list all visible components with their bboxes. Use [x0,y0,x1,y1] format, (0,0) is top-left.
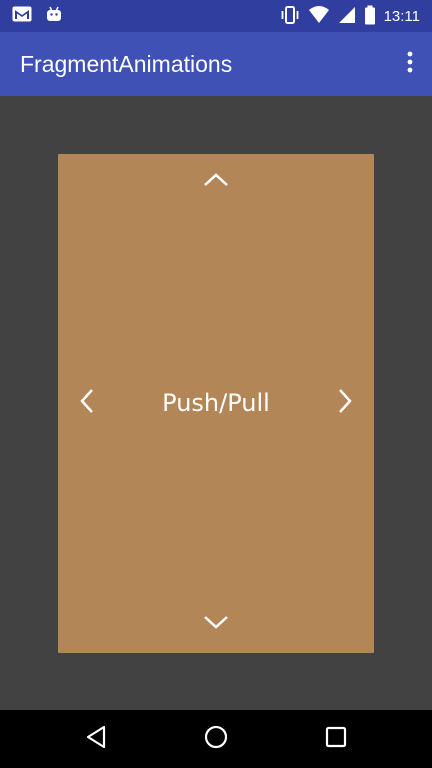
battery-icon [364,5,376,29]
android-icon [46,6,62,26]
wifi-icon [308,5,330,29]
chevron-up-icon [203,172,229,192]
home-icon [204,725,228,753]
back-icon [85,725,107,753]
app-title: FragmentAnimations [20,51,233,77]
home-button[interactable] [196,719,236,759]
animation-card[interactable]: Push/Pull [58,154,374,653]
signal-icon [338,5,356,29]
swipe-right-button[interactable] [325,383,365,423]
gmail-icon [12,6,32,26]
status-right-icons: 13:11 [280,5,420,29]
swipe-up-button[interactable] [196,162,236,202]
content-area: Push/Pull [0,96,432,710]
vibrate-icon [280,5,300,29]
swipe-down-button[interactable] [196,604,236,644]
back-button[interactable] [76,719,116,759]
overflow-menu-button[interactable] [398,48,422,80]
chevron-down-icon [203,614,229,634]
app-bar: FragmentAnimations [0,32,432,96]
status-bar: 13:11 [0,0,432,32]
recents-icon [325,726,347,752]
clock: 13:11 [383,8,420,25]
status-left-icons [12,6,62,26]
recents-button[interactable] [316,719,356,759]
navigation-bar [0,710,432,768]
more-vert-icon [407,51,413,77]
chevron-right-icon [337,388,353,418]
